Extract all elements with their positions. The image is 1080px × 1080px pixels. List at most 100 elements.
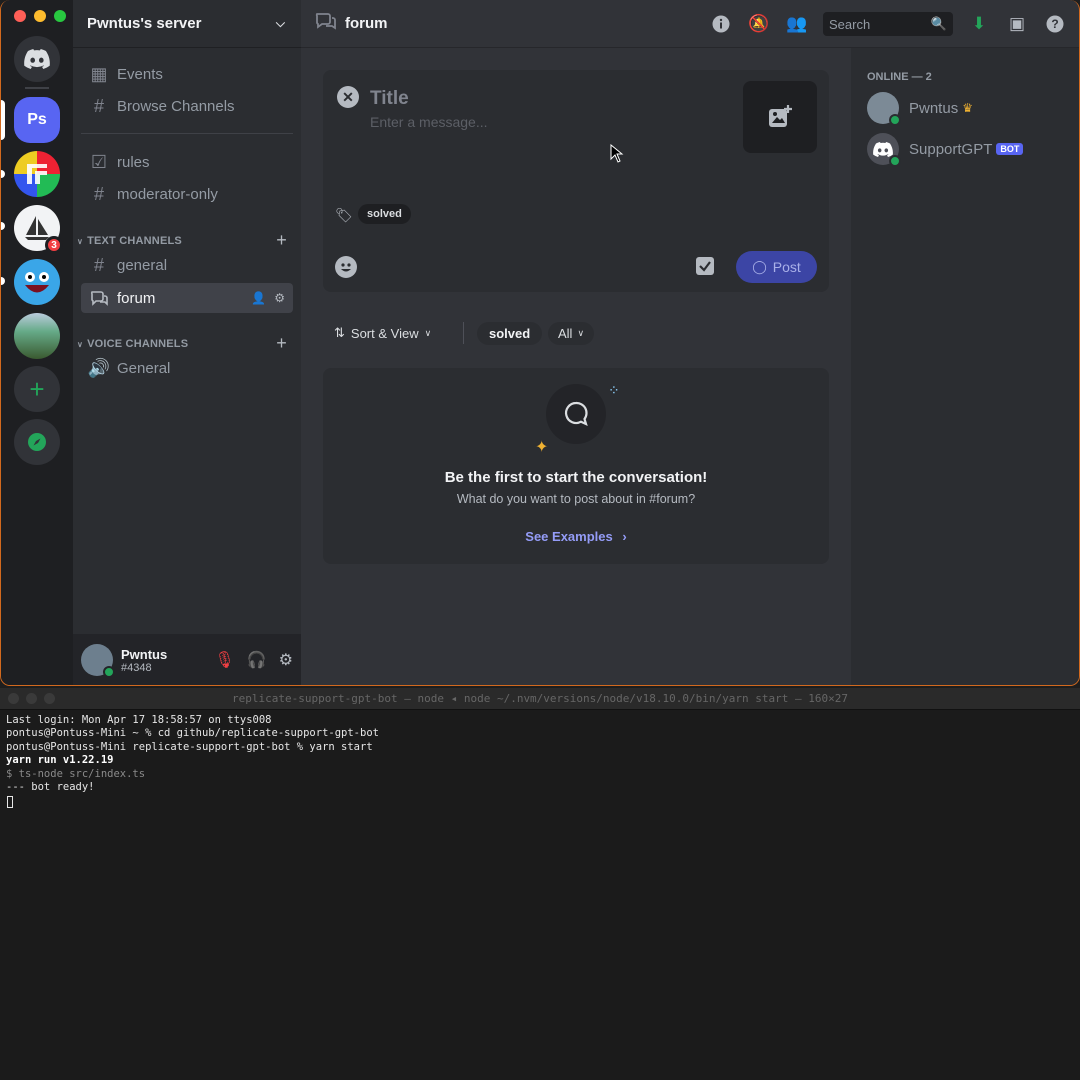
emoji-icon[interactable] [335,256,357,278]
discord-home-button[interactable] [14,36,60,82]
minimize-window-button[interactable] [26,693,37,704]
post-button[interactable]: ◯ Post [736,251,817,283]
guild-smiley[interactable] [14,259,60,305]
crown-icon: ♛ [962,101,973,115]
member-item[interactable]: Pwntus ♛ [867,92,973,126]
close-window-button[interactable] [8,693,19,704]
guild-pwntus-server[interactable]: Ps [14,97,60,143]
close-window-button[interactable] [14,10,26,22]
chat-bubble-icon [546,384,606,444]
channel-rules[interactable]: ☑ rules [81,147,293,177]
title-input[interactable]: Title [370,88,409,110]
nav-events[interactable]: ▦ Events [81,59,293,89]
discord-logo-icon [24,49,50,69]
channel-forum[interactable]: forum 👤 ⚙ [81,283,293,313]
hash-icon: # [93,254,104,275]
info-icon[interactable] [709,12,733,36]
inbox-icon[interactable]: ▣ [1005,12,1029,36]
invite-icon[interactable]: 👤 [251,291,266,305]
nav-browse-channels[interactable]: # Browse Channels [81,91,293,121]
chevron-down-icon: ∨ [577,328,585,338]
window-controls [14,10,66,22]
terminal-line: $ ts-node src/index.ts [6,767,146,780]
online-status-icon [103,666,115,678]
online-status-icon [889,114,901,126]
terminal-line: --- bot ready! [6,781,95,794]
close-icon[interactable]: ✕ [337,86,359,108]
empty-subtext: What do you want to post about in #forum… [456,492,696,506]
rules-icon: ☑ [90,151,108,172]
terminal-output[interactable]: Last login: Mon Apr 17 18:58:57 on ttys0… [0,710,1080,798]
notifications-muted-icon[interactable]: 🔕 [747,12,771,36]
post-bubble-icon: ◯ [752,259,767,274]
channel-moderator-only[interactable]: # moderator-only [81,179,293,209]
gear-icon[interactable]: ⚙ [274,291,285,305]
member-list-icon[interactable]: 👥 [785,12,809,36]
member-item[interactable]: SupportGPT BOT [867,133,1024,167]
category-text-channels[interactable]: ∨ TEXT CHANNELS + [77,230,293,251]
discord-logo-icon [873,141,893,157]
help-icon[interactable]: ? [1043,12,1067,36]
add-image-icon [769,105,792,127]
search-input[interactable]: Search 🔍 [823,12,953,36]
channel-topbar: forum 🔕 👥 Search 🔍 ⬇ ▣ ? [301,0,1079,48]
create-channel-icon[interactable]: + [276,333,287,354]
category-voice-channels[interactable]: ∨ VOICE CHANNELS + [77,333,293,354]
headphones-icon[interactable]: 🎧 [247,650,267,670]
create-channel-icon[interactable]: + [276,230,287,251]
mute-mic-icon[interactable]: 🎙 [214,650,234,670]
channel-general[interactable]: # general [81,250,293,280]
guild-landscape[interactable] [14,313,60,359]
filter-all-dropdown[interactable]: All ∨ [548,322,595,345]
smiley-face-icon [25,272,49,293]
sparkle-icon: ✦ [535,439,549,456]
terminal-title: replicate-support-gpt-bot — node ◂ node … [232,692,848,705]
message-input[interactable]: Enter a message... [370,114,488,130]
channel-sidebar: Pwntus's server ⌵ ▦ Events # Browse Chan… [73,0,301,685]
empty-state-card: ✦ ⁘ Be the first to start the conversati… [323,368,829,564]
channel-title: forum [345,15,388,32]
zoom-window-button[interactable] [44,693,55,704]
speaker-icon: 🔊 [87,357,111,378]
tag-chip[interactable]: solved [358,204,411,224]
terminal-line: pontus@Pontuss-Mini ~ % cd github/replic… [6,727,379,740]
selected-pill [1,100,5,140]
server-name: Pwntus's server [87,15,202,32]
server-header[interactable]: Pwntus's server ⌵ [73,0,301,48]
guild-sailboat[interactable]: 3 [14,205,63,254]
guild-bar: Ps 3 + [1,0,73,685]
zoom-window-button[interactable] [54,10,66,22]
empty-heading: Be the first to start the conversation! [444,469,708,486]
filter-tag-solved[interactable]: solved [477,322,543,345]
guild-colorful[interactable] [14,151,60,197]
terminal-line: yarn run v1.22.19 [6,754,114,767]
avatar [867,133,901,167]
username: Pwntus [121,646,168,662]
mouse-cursor-icon [610,144,624,163]
svg-text:?: ? [1051,17,1058,31]
minimize-window-button[interactable] [34,10,46,22]
terminal-window: replicate-support-gpt-bot — node ◂ node … [0,688,1080,1080]
see-examples-link[interactable]: See Examples › [323,529,829,544]
forum-icon [89,290,109,306]
avatar[interactable] [81,644,115,678]
chevron-down-icon: ⌵ [275,16,285,30]
guild-logo-icon [27,164,47,184]
add-server-button[interactable]: + [14,366,60,412]
chevron-down-icon: ∨ [424,327,432,338]
add-image-button[interactable] [743,81,817,153]
sidebar-divider [81,133,293,134]
member-list: ONLINE — 2 Pwntus ♛ SupportGPT BOT [851,48,1079,685]
chevron-down-icon: ∨ [77,236,84,246]
sort-view-button[interactable]: ⇅ Sort & View ∨ [334,325,431,341]
checklist-icon[interactable] [696,257,714,275]
user-settings-gear-icon[interactable]: ⚙ [279,650,293,670]
unread-pill [1,277,5,285]
explore-servers-button[interactable] [14,419,60,465]
channel-voice-general[interactable]: 🔊 General [81,353,293,383]
terminal-titlebar: replicate-support-gpt-bot — node ◂ node … [0,688,1080,710]
unread-pill [1,222,5,230]
hash-lock-icon: # [93,183,104,204]
compass-icon [28,433,46,451]
download-icon[interactable]: ⬇ [967,12,991,36]
